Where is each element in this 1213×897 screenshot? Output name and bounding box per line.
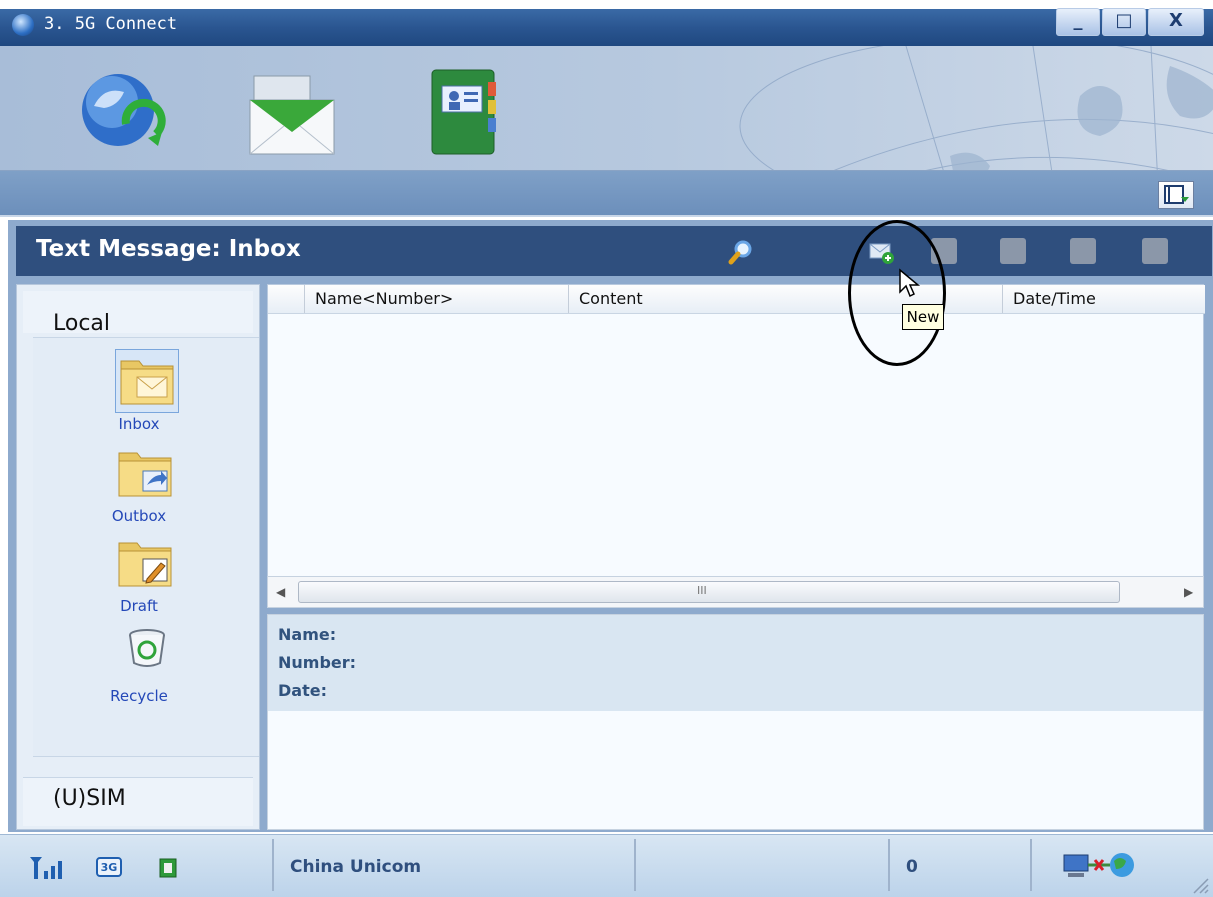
resize-grip-icon[interactable]: [1190, 875, 1210, 895]
detail-number-label: Number:: [278, 653, 357, 672]
scroll-grip: III: [697, 584, 707, 597]
status-divider: [888, 839, 890, 891]
title-bar: 3. 5G Connect _ □ X: [0, 0, 1213, 46]
local-section-header[interactable]: Local: [23, 291, 253, 336]
main-toolbar-banner: [0, 46, 1213, 171]
app-globe-icon: [12, 14, 34, 36]
inbox-folder-icon: [120, 360, 174, 405]
usim-section-header[interactable]: (U)SIM: [23, 777, 253, 826]
sidebar-item-label[interactable]: Recycle: [17, 687, 261, 705]
world-map-decoration-icon: [739, 46, 1213, 170]
network-disconnected-icon[interactable]: [1062, 849, 1136, 883]
highlight-circle: [848, 220, 946, 366]
column-header-name[interactable]: Name<Number>: [304, 285, 568, 313]
horizontal-scrollbar[interactable]: ◀ III ▶: [267, 576, 1204, 608]
section-header-bar: Text Message: Inbox: [16, 226, 1212, 276]
phonebook-icon[interactable]: [428, 66, 520, 158]
folder-sidebar: Local Inbox Outbox Draft Recycle (U)SIM: [16, 284, 260, 830]
move-icon[interactable]: [1142, 238, 1168, 264]
3g-icon: 3G: [96, 857, 122, 877]
message-list[interactable]: Name<Number> Content Date/Time: [267, 284, 1205, 584]
scroll-left-arrow-icon[interactable]: ◀: [276, 585, 285, 599]
status-bar: 3G China Unicom 0: [0, 834, 1213, 897]
page-title: Text Message: Inbox: [36, 236, 301, 262]
delete-icon[interactable]: [1070, 238, 1096, 264]
traffic-count: 0: [906, 857, 918, 877]
view-toggle-icon[interactable]: [1158, 181, 1194, 209]
column-header-datetime[interactable]: Date/Time: [1002, 285, 1202, 313]
list-header: Name<Number> Content Date/Time: [268, 285, 1205, 314]
sms-envelope-icon[interactable]: [244, 66, 336, 158]
status-divider: [634, 839, 636, 891]
secondary-toolbar: [0, 171, 1213, 217]
close-button[interactable]: X: [1148, 8, 1204, 36]
recycle-bin-icon[interactable]: [125, 625, 169, 669]
detail-name-label: Name:: [278, 625, 337, 644]
forward-icon[interactable]: [1000, 238, 1026, 264]
minimize-button[interactable]: _: [1056, 8, 1100, 36]
maximize-button[interactable]: □: [1102, 8, 1146, 36]
draft-folder-icon[interactable]: [117, 535, 173, 589]
sidebar-item-inbox[interactable]: [115, 349, 179, 413]
sidebar-item-label[interactable]: Outbox: [17, 507, 261, 525]
sim-icon: [159, 858, 177, 878]
outbox-folder-icon[interactable]: [117, 445, 173, 499]
scrollbar-thumb[interactable]: III: [298, 581, 1120, 603]
sidebar-item-label: Inbox: [118, 415, 160, 433]
internet-connect-icon[interactable]: [74, 66, 166, 158]
window-title: 3. 5G Connect: [44, 14, 178, 34]
scroll-right-arrow-icon[interactable]: ▶: [1184, 585, 1193, 599]
sidebar-item-label[interactable]: Draft: [17, 597, 261, 615]
signal-strength-icon: [30, 857, 62, 879]
search-icon[interactable]: [726, 238, 752, 265]
detail-date-label: Date:: [278, 681, 327, 700]
tooltip: New: [902, 304, 944, 330]
detail-header-band: [268, 615, 1203, 711]
message-detail-pane: Name: Number: Date:: [267, 614, 1204, 830]
status-divider: [1030, 839, 1032, 891]
mouse-cursor-icon: [899, 268, 921, 298]
status-divider: [272, 839, 274, 891]
operator-name: China Unicom: [290, 857, 422, 877]
usim-label: (U)SIM: [53, 786, 126, 811]
local-label: Local: [53, 311, 111, 336]
